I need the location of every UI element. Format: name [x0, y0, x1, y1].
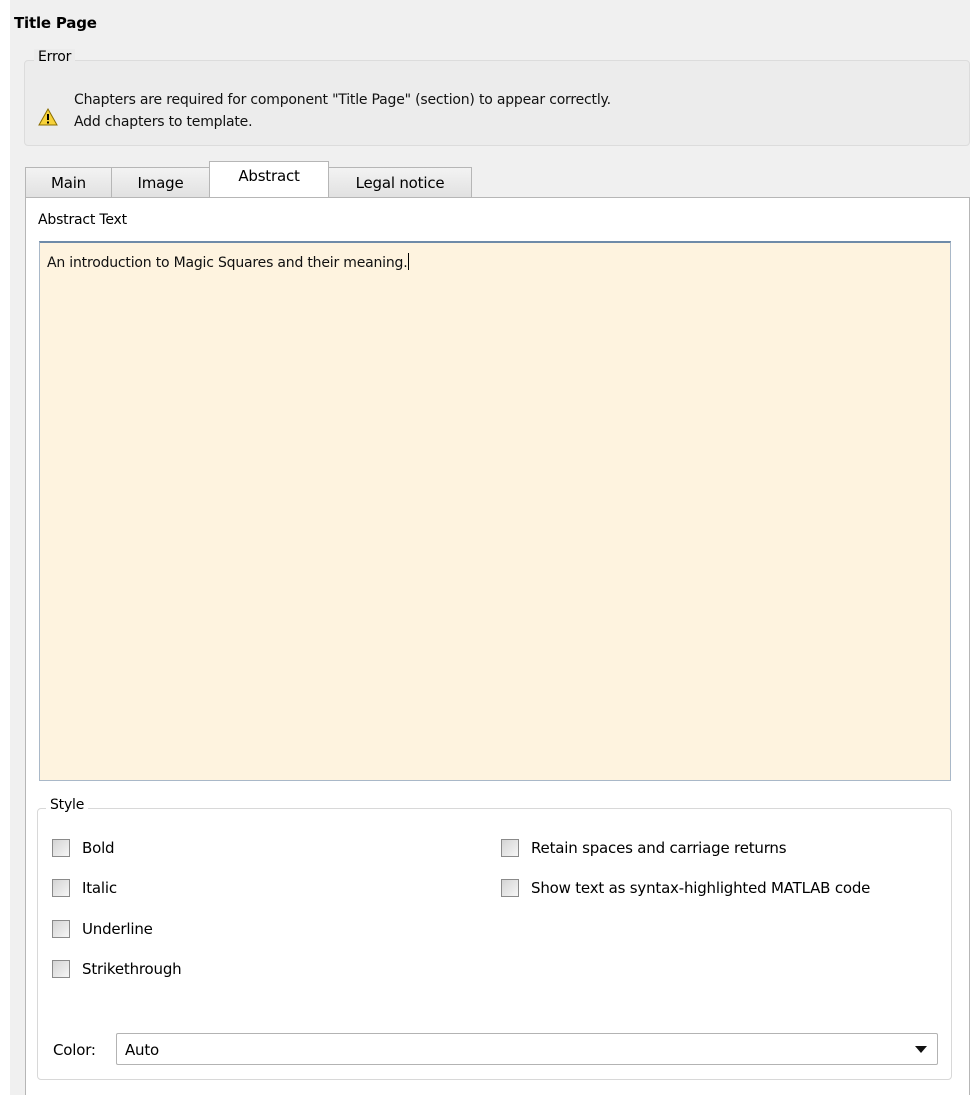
error-message-line-1: Chapters are required for component "Tit…: [74, 92, 611, 108]
italic-checkbox-label: Italic: [82, 879, 117, 897]
error-message-line-2: Add chapters to template.: [74, 114, 253, 130]
tab-abstract[interactable]: Abstract: [209, 161, 329, 197]
strikethrough-checkbox-label: Strikethrough: [82, 960, 182, 978]
tab-image[interactable]: Image: [111, 167, 210, 197]
italic-checkbox[interactable]: Italic: [52, 877, 117, 899]
retain-spaces-checkbox[interactable]: Retain spaces and carriage returns: [501, 837, 787, 859]
checkbox-box[interactable]: [52, 920, 70, 938]
abstract-text-label: Abstract Text: [38, 212, 127, 228]
bold-checkbox-label: Bold: [82, 839, 115, 857]
bold-checkbox[interactable]: Bold: [52, 837, 115, 859]
color-label: Color:: [53, 1041, 96, 1059]
tab-legal-notice[interactable]: Legal notice: [328, 167, 472, 197]
matlab-syntax-checkbox[interactable]: Show text as syntax-highlighted MATLAB c…: [501, 877, 870, 899]
checkbox-box[interactable]: [501, 879, 519, 897]
text-caret: [408, 253, 410, 270]
underline-checkbox-label: Underline: [82, 920, 153, 938]
checkbox-box[interactable]: [52, 960, 70, 978]
warning-icon: [38, 107, 58, 126]
matlab-syntax-checkbox-label: Show text as syntax-highlighted MATLAB c…: [531, 879, 871, 897]
retain-spaces-checkbox-label: Retain spaces and carriage returns: [531, 839, 787, 857]
checkbox-box[interactable]: [501, 839, 519, 857]
color-select-value: Auto: [125, 1041, 160, 1059]
chevron-down-icon[interactable]: [915, 1046, 927, 1053]
error-legend: Error: [34, 49, 76, 65]
color-select[interactable]: Auto: [116, 1033, 938, 1065]
strikethrough-checkbox[interactable]: Strikethrough: [52, 958, 182, 980]
tab-main[interactable]: Main: [25, 167, 112, 197]
abstract-text-value: An introduction to Magic Squares and the…: [47, 255, 408, 271]
style-legend: Style: [46, 797, 89, 813]
underline-checkbox[interactable]: Underline: [52, 918, 153, 940]
checkbox-box[interactable]: [52, 879, 70, 897]
page-title: Title Page: [14, 14, 97, 32]
checkbox-box[interactable]: [52, 839, 70, 857]
abstract-text-input[interactable]: An introduction to Magic Squares and the…: [39, 241, 951, 781]
